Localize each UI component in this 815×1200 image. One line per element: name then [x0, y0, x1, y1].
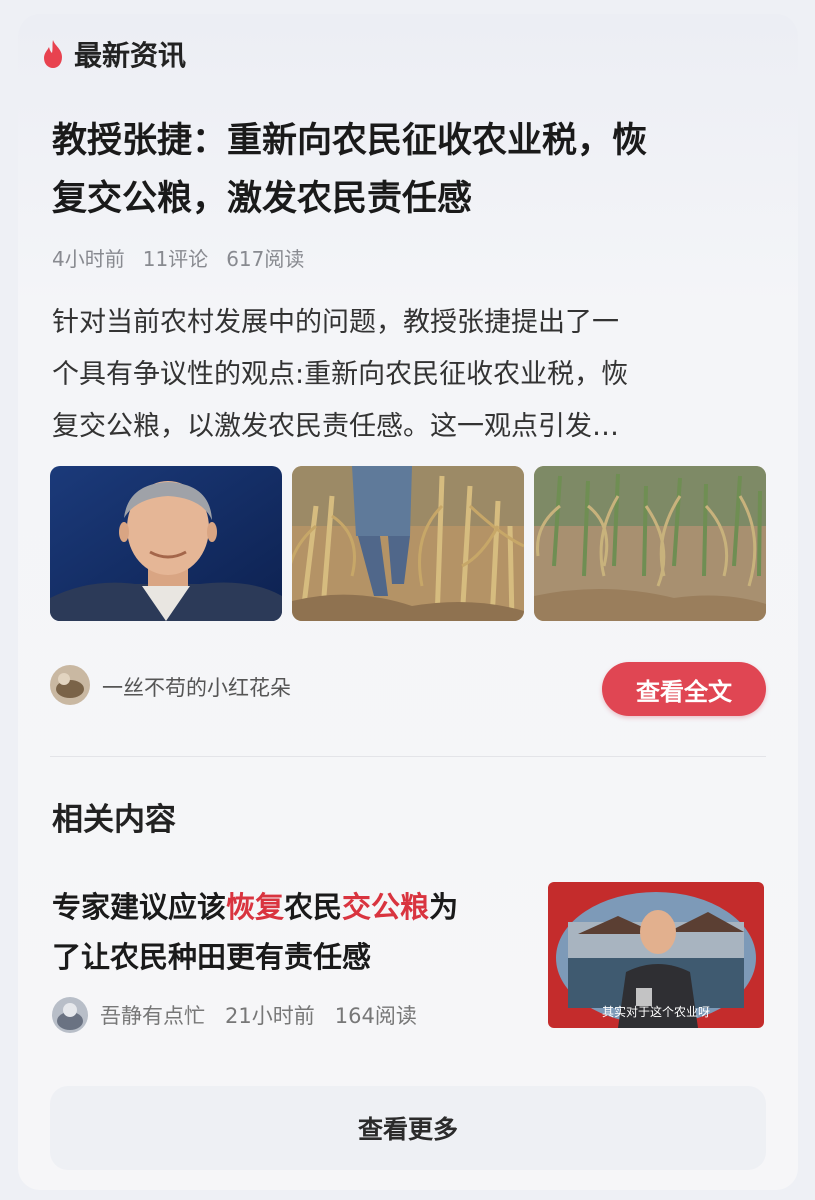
news-card: 最新资讯 教授张捷：重新向农民征收农业税，恢 复交公粮，激发农民责任感 4小时前…: [18, 14, 798, 1190]
withered-corn-photo[interactable]: [534, 466, 766, 621]
related-reads: 164阅读: [334, 1004, 417, 1028]
article-summary[interactable]: 针对当前农村发展中的问题，教授张捷提出了一 个具有争议性的观点:重新向农民征收农…: [52, 297, 764, 453]
title-highlight: 交公粮: [342, 890, 430, 924]
related-section-title: 相关内容: [52, 802, 176, 838]
article-author-row: 一丝不苟的小红花朵 查看全文: [50, 662, 766, 716]
article-headline[interactable]: 教授张捷：重新向农民征收农业税，恢 复交公粮，激发农民责任感: [52, 112, 772, 228]
related-video-thumbnail[interactable]: 其实对于这个农业呀: [548, 882, 764, 1028]
related-headline[interactable]: 专家建议应该恢复农民交公粮为 了让农民种田更有责任感: [52, 882, 532, 982]
author-name[interactable]: 一丝不苟的小红花朵: [102, 672, 291, 702]
article-meta: 4小时前 11评论 617阅读: [52, 243, 304, 272]
related-author-avatar[interactable]: [52, 997, 88, 1033]
article-reads: 617阅读: [226, 247, 305, 271]
headline-line-1: 教授张捷：重新向农民征收农业税，恢: [52, 121, 648, 161]
article-images: [50, 466, 766, 621]
title-part: 专家建议应该: [52, 890, 227, 924]
related-author[interactable]: 吾静有点忙: [100, 1000, 205, 1030]
summary-line-2: 个具有争议性的观点:重新向农民征收农业税，恢: [52, 359, 629, 390]
read-full-button[interactable]: 查看全文: [602, 662, 766, 716]
article-time: 4小时前: [52, 247, 125, 271]
divider: [50, 756, 766, 757]
related-headline-line-2: 了让农民种田更有责任感: [52, 940, 372, 974]
related-headline-line-1: 专家建议应该恢复农民交公粮为: [52, 882, 532, 932]
portrait-photo[interactable]: [50, 466, 282, 621]
view-more-button[interactable]: 查看更多: [50, 1086, 766, 1170]
title-highlight: 恢复: [226, 890, 285, 924]
summary-line-3: 复交公粮，以激发农民责任感。这一观点引发…: [52, 411, 619, 442]
headline-line-2: 复交公粮，激发农民责任感: [52, 179, 473, 219]
cornfield-photo[interactable]: [292, 466, 524, 621]
title-part: 为: [429, 890, 459, 924]
author-avatar[interactable]: [50, 665, 90, 705]
summary-line-1: 针对当前农村发展中的问题，教授张捷提出了一: [52, 307, 619, 338]
video-caption: 其实对于这个农业呀: [602, 1004, 710, 1019]
title-part: 农民: [284, 890, 343, 924]
related-time: 21小时前: [225, 1004, 315, 1028]
section-header: 最新资讯: [40, 34, 186, 74]
flame-icon: [44, 40, 62, 68]
article-comments: 11评论: [142, 247, 209, 271]
related-meta: 吾静有点忙 21小时前 164阅读: [52, 997, 437, 1033]
header-title: 最新资讯: [74, 39, 187, 72]
